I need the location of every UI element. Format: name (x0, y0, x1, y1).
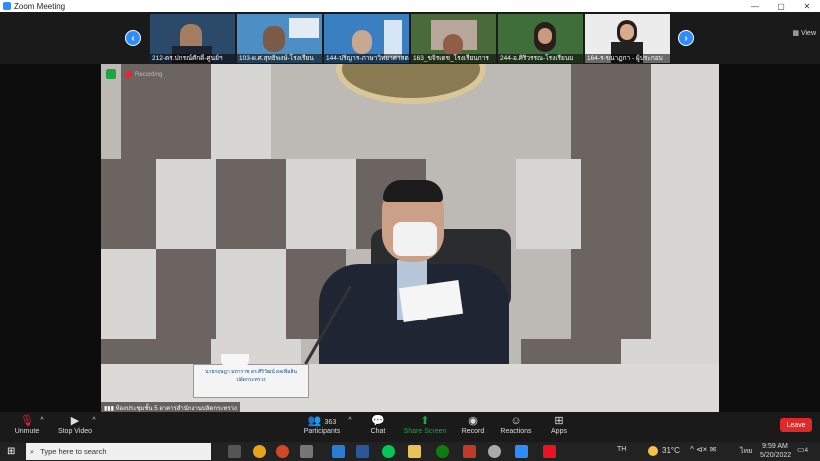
record-button[interactable]: ◉ Record (458, 414, 488, 435)
participants-button[interactable]: 👥 363 Participants (302, 414, 342, 435)
zoom-logo-icon (3, 2, 11, 10)
nameplate-text: นายกฤษฎา มหาราช ดร.ศิริวัฒน์ ผลเพิ่มสิน (205, 369, 297, 375)
participant-thumbnail[interactable]: 103-ผ.ศ.สุทธิพงษ์-โรงเรียน (237, 14, 322, 63)
chat-label: Chat (370, 428, 386, 435)
windows-start-icon[interactable]: ⊞ (7, 446, 18, 457)
temperature-label[interactable]: 31°C (662, 446, 680, 455)
task-view-icon[interactable] (228, 445, 241, 458)
line-icon[interactable] (382, 445, 395, 458)
nameplate-subtitle: ปลัดกระทรวง (236, 377, 266, 383)
edge-icon[interactable] (332, 445, 345, 458)
video-camera-icon: ▶ (70, 415, 80, 427)
apps-icon: ⊞ (554, 415, 564, 427)
record-icon: ◉ (468, 415, 478, 427)
powerpoint-icon[interactable] (276, 445, 289, 458)
media-icon[interactable] (300, 445, 313, 458)
participant-name: 103-ผ.ศ.สุทธิพงษ์-โรงเรียน (237, 54, 322, 63)
apps-button[interactable]: ⊞ Apps (545, 414, 573, 435)
participant-name: 163_ขจิรเดช_โรงเรียนการ (411, 54, 496, 63)
chat-button[interactable]: 💬 Chat (365, 414, 391, 435)
chevron-right-icon[interactable]: › (678, 30, 694, 46)
search-icon: ⌕ (30, 446, 35, 456)
active-speaker-video: นายกฤษฎา มหาราช ดร.ศิริวัฒน์ ผลเพิ่มสิน … (101, 64, 719, 412)
grid-icon: ▦ (792, 30, 799, 37)
audio-options-caret[interactable]: ^ (38, 414, 46, 428)
reactions-button[interactable]: ☺ Reactions (498, 414, 534, 435)
stop-video-button[interactable]: ▶ Stop Video (55, 414, 95, 435)
word-icon[interactable] (356, 445, 369, 458)
chevron-left-icon[interactable]: ‹ (125, 30, 141, 46)
participants-label: Participants (303, 428, 341, 435)
participant-thumbnail[interactable]: 212-ดร.ปกรณ์ศักดิ์-ศูนย์ฯ (150, 14, 235, 63)
taskbar-search-box[interactable]: ⌕ Type here to search (26, 443, 211, 460)
share-screen-icon: ⬆ (420, 415, 430, 427)
xbox-icon[interactable] (436, 445, 449, 458)
participant-name: 164-ร-ขนาฏกา - ผู้ประกอบ (585, 54, 670, 63)
ime-indicator[interactable]: ไทย (740, 446, 752, 457)
clock-date: 5/20/2022 (760, 452, 792, 459)
shield-icon (106, 69, 116, 79)
chat-bubble-icon: 💬 (371, 415, 385, 427)
participant-name: 244-อ.ศิริวรรณ-โรงเรียนบ (498, 54, 583, 63)
people-icon: 👥 363 (307, 415, 337, 427)
participant-thumbnail[interactable]: 244-อ.ศิริวรรณ-โรงเรียนบ (498, 14, 583, 63)
meeting-toolbar: 🎙 Unmute ^ ▶ Stop Video ^ 👥 363 Particip… (0, 412, 820, 442)
clock[interactable]: 9:59 AM 5/20/2022 (760, 442, 792, 460)
notification-count: 4 (804, 448, 808, 454)
participant-strip: ‹ 212-ดร.ปกรณ์ศักดิ์-ศูนย์ฯ 103-ผ.ศ.สุทธ… (0, 12, 820, 64)
minimize-button[interactable]: — (742, 0, 768, 12)
participant-name: 212-ดร.ปกรณ์ศักดิ์-ศูนย์ฯ (150, 54, 235, 63)
window-title: Zoom Meeting (14, 1, 66, 11)
system-tray-icons[interactable]: ^ ⊲× ✉ (690, 445, 716, 454)
participant-thumbnail[interactable]: 164-ร-ขนาฏกา - ผู้ประกอบ (585, 14, 670, 63)
record-label: Record (461, 428, 485, 435)
view-label: View (800, 29, 816, 37)
video-options-caret[interactable]: ^ (90, 414, 98, 428)
participant-thumbnail[interactable]: 163_ขจิรเดช_โรงเรียนการ (411, 14, 496, 63)
share-screen-label: Share Screen (403, 428, 447, 435)
zoom-taskbar-icon[interactable] (515, 445, 528, 458)
unmute-label: Unmute (14, 428, 40, 435)
stop-video-label: Stop Video (57, 428, 93, 435)
app-icon-2[interactable] (488, 445, 501, 458)
chevron-up-icon: ^ (348, 417, 352, 424)
view-button[interactable]: ▦ View (792, 29, 816, 38)
notification-icon[interactable]: ▭4 (797, 445, 811, 458)
leave-button[interactable]: Leave (780, 418, 812, 432)
windows-taskbar: ⊞ ⌕ Type here to search TH 31°C ^ ⊲× ✉ ไ… (0, 442, 820, 461)
pdf-icon[interactable] (543, 445, 556, 458)
nameplate: นายกฤษฎา มหาราช ดร.ศิริวัฒน์ ผลเพิ่มสิน … (193, 364, 309, 398)
participants-options-caret[interactable]: ^ (346, 414, 354, 428)
file-explorer-icon[interactable] (408, 445, 421, 458)
clock-time: 9:59 AM (762, 443, 788, 450)
apps-label: Apps (551, 428, 567, 435)
language-indicator[interactable]: TH (617, 446, 626, 453)
share-screen-button[interactable]: ⬆ Share Screen (402, 414, 448, 435)
chevron-up-icon: ^ (40, 417, 44, 424)
app-icon[interactable] (463, 445, 476, 458)
record-dot-icon (125, 71, 132, 78)
chevron-up-icon: ^ (92, 417, 96, 424)
recording-label: Recording (135, 71, 163, 78)
participant-name: 144-ปริญาร-ภาษาวิทยาศาสตร์ (324, 54, 409, 63)
chrome-icon[interactable] (253, 445, 266, 458)
weather-icon (648, 446, 658, 456)
smiley-icon: ☺ (510, 415, 522, 427)
recording-indicator: Recording (125, 71, 162, 78)
reactions-label: Reactions (500, 428, 532, 435)
maximize-button[interactable]: ▢ (768, 0, 794, 12)
participant-thumbnail[interactable]: 144-ปริญาร-ภาษาวิทยาศาสตร์ (324, 14, 409, 63)
search-placeholder: Type here to search (40, 447, 107, 456)
participants-count: 363 (324, 419, 337, 426)
close-button[interactable]: ✕ (794, 0, 820, 12)
window-titlebar: Zoom Meeting — ▢ ✕ (0, 0, 820, 12)
